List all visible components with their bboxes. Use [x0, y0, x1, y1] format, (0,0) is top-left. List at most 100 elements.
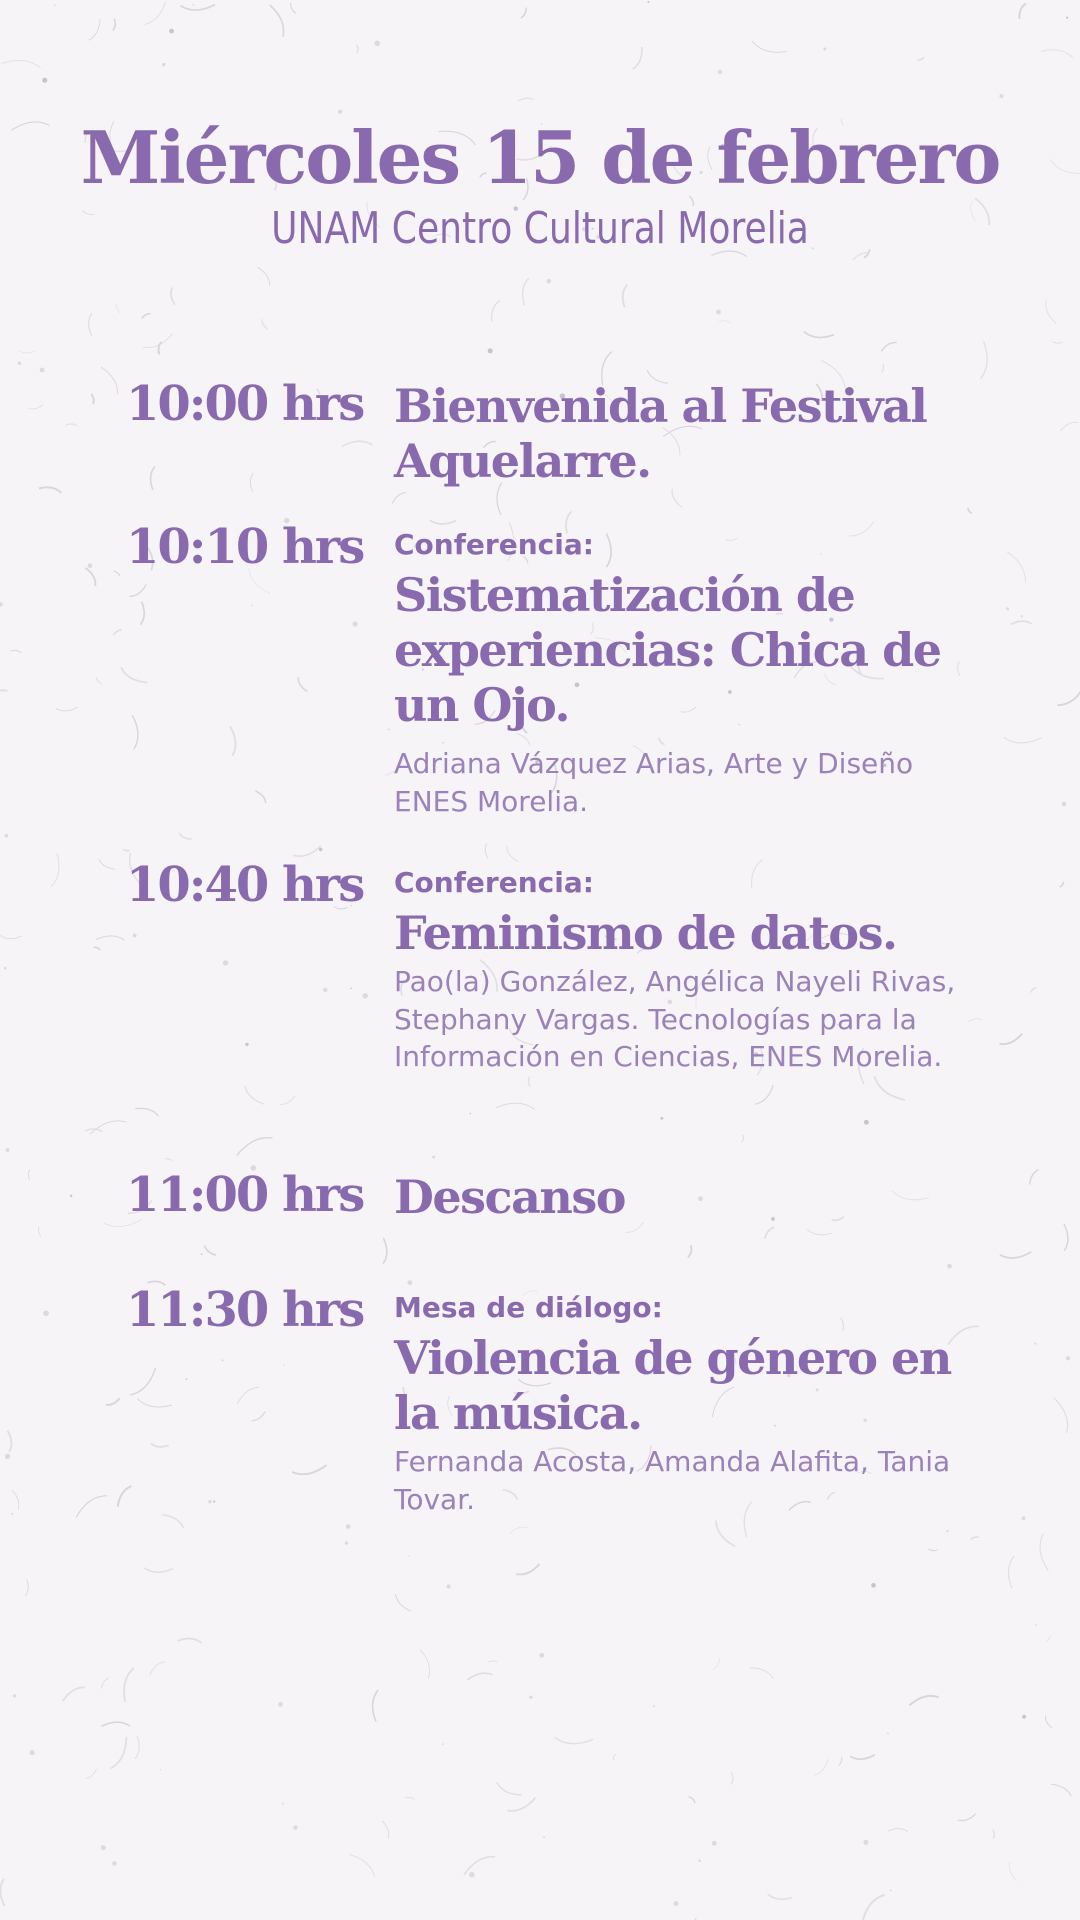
paper-fiber: [149, 466, 156, 491]
paper-speck: [374, 40, 380, 47]
paper-speck: [469, 1871, 475, 1878]
paper-speck: [647, 0, 650, 3]
paper-fiber: [508, 1526, 529, 1535]
paper-fiber: [257, 266, 271, 286]
paper-fiber: [229, 725, 237, 757]
event-time: 10:40 hrs: [126, 857, 365, 913]
paper-speck: [446, 1584, 451, 1589]
paper-fiber: [718, 320, 732, 324]
paper-fiber: [75, 1495, 108, 1518]
paper-fiber: [515, 1563, 541, 1576]
paper-speck: [711, 1840, 717, 1846]
paper-fiber: [112, 629, 122, 636]
paper-fiber: [861, 1893, 886, 1920]
venue-subtitle: UNAM Centro Cultural Morelia: [271, 203, 809, 255]
paper-fiber: [520, 7, 528, 19]
paper-speck: [4, 1453, 11, 1459]
paper-fiber: [908, 1694, 939, 1707]
paper-fiber: [849, 1754, 876, 1760]
paper-fiber: [10, 649, 22, 654]
paper-speck: [278, 1702, 283, 1707]
paper-fiber: [85, 1768, 97, 1779]
paper-fiber: [381, 1820, 390, 1839]
paper-speck: [947, 1263, 952, 1269]
paper-fiber: [487, 1660, 498, 1663]
paper-fiber: [162, 1513, 185, 1529]
event-time: 10:10 hrs: [126, 519, 365, 575]
paper-fiber: [1051, 1783, 1072, 1797]
paper-fiber: [122, 848, 130, 852]
paper-fiber: [297, 677, 308, 693]
paper-fiber: [749, 1667, 774, 1679]
paper-speck: [53, 4, 56, 6]
paper-fiber: [95, 935, 125, 941]
event-time: 10:00 hrs: [126, 376, 365, 432]
paper-speck: [1066, 16, 1069, 19]
paper-fiber: [767, 1893, 793, 1900]
paper-fiber: [1009, 1862, 1017, 1881]
paper-fiber: [463, 1856, 496, 1876]
paper-speck: [487, 348, 493, 354]
paper-fiber: [11, 1489, 20, 1510]
event-title: Bienvenida al Festival Aquelarre.: [394, 379, 928, 489]
paper-speck: [441, 1743, 444, 1745]
paper-fiber: [269, 4, 285, 37]
paper-fiber: [177, 1637, 203, 1644]
paper-speck: [660, 1116, 664, 1120]
paper-speck: [350, 987, 352, 990]
paper-fiber: [116, 1485, 132, 1507]
event-type-label: Mesa de diálogo:: [394, 1291, 663, 1324]
paper-speck: [200, 1252, 203, 1256]
paper-fiber: [130, 1367, 157, 1396]
paper-speck: [673, 1901, 679, 1907]
paper-speck: [352, 621, 358, 627]
paper-fiber: [979, 340, 988, 380]
paper-fiber: [123, 1667, 135, 1703]
paper-speck: [192, 4, 195, 6]
paper-fiber: [87, 312, 93, 336]
paper-fiber: [113, 570, 121, 577]
paper-fiber: [55, 706, 78, 712]
paper-fiber: [371, 1689, 379, 1722]
paper-speck: [281, 1802, 284, 1805]
paper-speck: [159, 1768, 162, 1771]
paper-fiber: [754, 1084, 774, 1105]
paper-speck: [715, 309, 721, 315]
paper-fiber: [632, 46, 643, 70]
paper-speck: [4, 966, 7, 970]
paper-speck: [208, 1500, 212, 1504]
paper-fiber: [992, 1829, 995, 1839]
paper-speck: [543, 1836, 546, 1839]
paper-speck: [469, 1112, 472, 1115]
paper-speck: [162, 63, 166, 67]
paper-fiber: [1053, 1397, 1069, 1433]
paper-fiber: [291, 1464, 328, 1476]
paper-fiber: [180, 3, 216, 11]
paper-speck: [323, 987, 328, 993]
paper-fiber: [1018, 2, 1027, 19]
paper-fiber: [1060, 421, 1079, 432]
paper-fiber: [93, 946, 101, 951]
paper-speck: [886, 1732, 889, 1735]
event-details: Descanso: [394, 1168, 964, 1225]
paper-fiber: [517, 97, 534, 102]
event-details: Mesa de diálogo: Violencia de género en …: [394, 1283, 964, 1519]
event-title: Feminismo de datos.: [394, 905, 898, 960]
event-speakers: Fernanda Acosta, Amanda Alafita, Tania T…: [394, 1444, 951, 1516]
paper-speck: [338, 109, 343, 114]
paper-speck: [999, 94, 1004, 99]
paper-fiber: [290, 3, 297, 14]
paper-fiber: [129, 584, 147, 598]
paper-fiber: [27, 1169, 31, 1181]
paper-fiber: [141, 312, 151, 319]
paper-fiber: [496, 1102, 536, 1110]
paper-fiber: [1029, 1169, 1039, 1185]
paper-fiber: [999, 1033, 1023, 1046]
paper-fiber: [405, 1797, 415, 1800]
event-time: 11:00 hrs: [126, 1167, 365, 1223]
header: Miércoles 15 de febrero UNAM Centro Cult…: [0, 118, 1080, 256]
paper-fiber: [95, 677, 103, 685]
paper-fiber: [395, 1593, 412, 1612]
paper-fiber: [355, 44, 359, 54]
paper-speck: [112, 1861, 117, 1866]
